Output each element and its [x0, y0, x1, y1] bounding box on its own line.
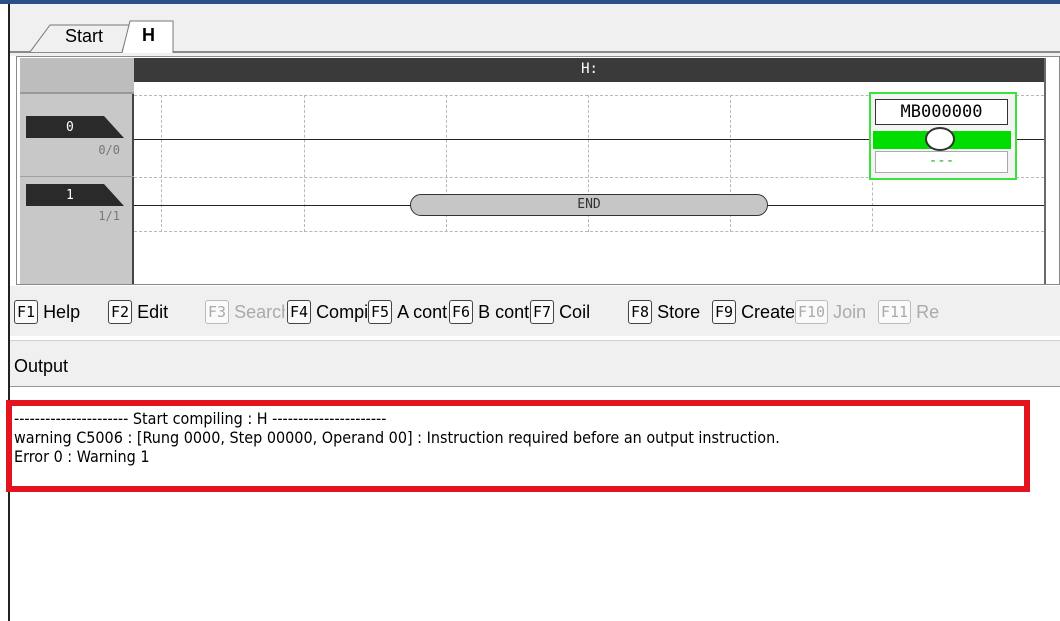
fkey-cap: F11 [878, 300, 912, 324]
rung-separator [20, 176, 134, 177]
output-panel-header [10, 340, 1060, 386]
fkey-label: Help [43, 302, 81, 322]
fkey-f1-help[interactable]: F1 Help [14, 300, 106, 326]
fkey-label: Store [657, 302, 701, 322]
grid-line [134, 231, 1044, 232]
fkey-label: Search [234, 302, 285, 322]
tab-start-label: Start [65, 26, 104, 46]
fkey-label: Coil [559, 302, 591, 322]
rung-number-1[interactable]: 1 [26, 184, 126, 208]
fkey-cap: F2 [108, 300, 133, 324]
tab-h-label: H [142, 25, 155, 45]
fkey-cap: F8 [628, 300, 653, 324]
fkey-f6-b-contact[interactable]: F6B contact [449, 300, 529, 326]
coil-comment: --- [875, 151, 1008, 173]
output-panel-title: Output [14, 356, 69, 376]
rung-marker-0 [26, 116, 124, 138]
fkey-cap: F5 [368, 300, 393, 324]
rung-marker-1 [26, 184, 124, 206]
fkey-f8-store[interactable]: F8 Store [628, 300, 710, 326]
tab-start[interactable]: Start [30, 24, 132, 52]
coil-address: MB000000 [875, 99, 1008, 125]
fkey-cap: F4 [287, 300, 312, 324]
rung-0-wire-right [1016, 139, 1044, 140]
fkey-f7-coil[interactable]: F7 Coil [530, 300, 622, 326]
tab-h[interactable]: H [122, 20, 174, 53]
fkey-label: A contact [397, 302, 448, 322]
rung-number-0[interactable]: 0 [26, 116, 126, 140]
fkey-f3-search[interactable]: F3Search [205, 300, 285, 326]
end-instruction[interactable]: END [410, 194, 768, 216]
fkey-cap: F1 [14, 300, 39, 324]
fkey-f4-compile[interactable]: F4Compile [287, 300, 367, 326]
program-header-label: H: [581, 61, 598, 77]
fkey-label: Re [916, 302, 940, 322]
fkey-f2-edit[interactable]: F2 Edit [108, 300, 192, 326]
fkey-cap: F6 [449, 300, 474, 324]
rung-step-count: 1/1 [98, 209, 120, 223]
fkey-cap: F3 [205, 300, 230, 324]
fkey-label: Edit [137, 302, 169, 322]
rung-gutter-top [20, 58, 134, 94]
fkey-label: Join [833, 302, 867, 322]
grid-line [161, 95, 162, 232]
fkey-f9-create[interactable]: F9 Create [712, 300, 794, 326]
fkey-label: B contact [478, 302, 529, 322]
fkey-cap: F10 [795, 300, 829, 324]
end-instruction-label: END [577, 197, 601, 212]
fkey-cap: F7 [530, 300, 555, 324]
fkey-f11[interactable]: F11 Re [878, 300, 1058, 326]
fkey-label: Compile [316, 302, 367, 322]
rung-number-label: 1 [66, 188, 74, 203]
highlight-box [6, 400, 1030, 492]
right-power-rail [1044, 58, 1046, 284]
rung-0-wire [134, 139, 869, 140]
fkey-f5-a-contact[interactable]: F5A contact [368, 300, 448, 326]
fkey-cap: F9 [712, 300, 737, 324]
program-header: H: [134, 58, 1045, 82]
rung-number-label: 0 [66, 120, 74, 135]
coil-icon [925, 127, 955, 151]
rung-step-count: 0/0 [98, 143, 120, 157]
grid-line [304, 95, 305, 232]
fkey-label: Create [741, 302, 794, 322]
fkey-f10-join[interactable]: F10 Join [795, 300, 877, 326]
